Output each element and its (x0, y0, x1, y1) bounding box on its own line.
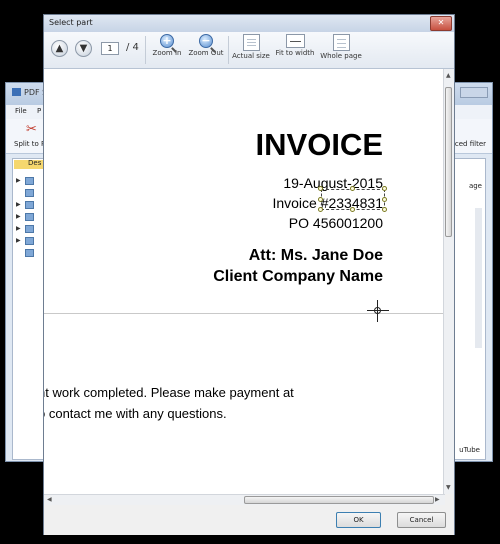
toolbar: ▲ ▼ 1 / 4 + Zoom In − Zoom Out Actual si… (44, 32, 454, 69)
arrow-down-icon: ▼ (79, 43, 88, 54)
folder-icon (25, 177, 34, 185)
dialog-footer: OK Cancel (44, 505, 454, 535)
horizontal-scrollbar[interactable]: ◀ ▶ (44, 494, 445, 505)
expand-arrow-icon[interactable]: ▶ (16, 237, 21, 244)
expand-arrow-icon[interactable]: ▶ (16, 201, 21, 208)
resize-handle[interactable] (350, 207, 355, 212)
crosshair-cursor-center (374, 307, 381, 314)
computer-icon (25, 213, 34, 221)
arrow-up-icon: ▲ (55, 43, 64, 54)
page-column-header[interactable]: age (469, 182, 482, 190)
next-page-button[interactable]: ▼ (75, 40, 92, 57)
page-total: / 4 (126, 42, 139, 53)
tree-item[interactable]: ▶ (16, 200, 44, 210)
scissors-icon[interactable]: ✂ (26, 122, 37, 137)
resize-handle[interactable] (382, 197, 387, 202)
actual-size-button[interactable]: Actual size (232, 34, 270, 67)
cancel-button[interactable]: Cancel (397, 512, 446, 528)
resize-handle[interactable] (318, 207, 323, 212)
dialog-title: Select part (49, 18, 93, 27)
advanced-filter-label[interactable]: ced filter (455, 140, 486, 148)
zoom-in-label: Zoom In (152, 49, 182, 57)
body-text-line: o contact me with any questions. (44, 406, 227, 421)
actual-size-label: Actual size (232, 52, 270, 60)
close-icon: ✕ (437, 18, 445, 27)
whole-page-icon (332, 34, 350, 51)
tree-item[interactable]: ▶ (16, 176, 44, 186)
fit-to-width-icon (285, 34, 305, 48)
dialog-titlebar: Select part ✕ (44, 15, 454, 33)
menu-file[interactable]: File (15, 107, 27, 115)
attention-line: Att: Ms. Jane Doe (248, 247, 383, 264)
close-button[interactable]: ✕ (430, 16, 452, 31)
scroll-down-arrow-icon[interactable]: ▼ (446, 484, 451, 491)
whole-page-button[interactable]: Whole page (319, 34, 363, 67)
resize-handle[interactable] (318, 186, 323, 191)
app-logo-icon (12, 88, 21, 96)
toolbar-separator (228, 36, 229, 64)
document-preview[interactable]: INVOICE 19-August-2015 Invoice #2334831 … (44, 69, 444, 494)
page-number-input[interactable]: 1 (101, 42, 119, 55)
ok-button[interactable]: OK (336, 512, 381, 528)
select-part-dialog: Select part ✕ ▲ ▼ 1 / 4 + Zoom In − Zoom… (43, 14, 455, 535)
zoom-out-icon: − (199, 34, 216, 53)
scroll-right-arrow-icon[interactable]: ▶ (435, 496, 440, 503)
tree-item[interactable] (16, 188, 44, 198)
previous-page-button[interactable]: ▲ (51, 40, 68, 57)
app-title: PDF S (12, 88, 47, 97)
tree-selected-label[interactable]: Des (28, 159, 41, 167)
scroll-up-arrow-icon[interactable]: ▲ (446, 72, 451, 79)
client-company: Client Company Name (213, 268, 383, 285)
vertical-scrollbar[interactable]: ▲ ▼ (443, 69, 454, 494)
zoom-in-icon: + (160, 34, 177, 53)
zoom-in-button[interactable]: + Zoom In (150, 34, 184, 67)
horizontal-scroll-thumb[interactable] (244, 496, 434, 504)
actual-size-icon (242, 34, 260, 51)
resize-handle[interactable] (318, 197, 323, 202)
vertical-scroll-thumb[interactable] (445, 87, 452, 237)
right-panel-scrollbar[interactable] (475, 208, 482, 348)
expand-arrow-icon[interactable]: ▶ (16, 225, 21, 232)
scroll-left-arrow-icon[interactable]: ◀ (47, 496, 52, 503)
expand-arrow-icon[interactable]: ▶ (16, 213, 21, 220)
body-text-line: nt work completed. Please make payment a… (44, 385, 294, 400)
tree-item[interactable] (16, 248, 44, 258)
zoom-out-label: Zoom Out (188, 49, 224, 57)
tree-item[interactable]: ▶ (16, 236, 44, 246)
whole-page-label: Whole page (320, 52, 362, 60)
tree-item[interactable]: ▶ (16, 212, 44, 222)
folder-icon (25, 201, 34, 209)
menu-partial[interactable]: P (37, 107, 41, 115)
resize-handle[interactable] (350, 186, 355, 191)
fit-to-width-label: Fit to width (275, 49, 315, 57)
page-divider (44, 313, 444, 314)
tree-item[interactable]: ▶ (16, 224, 44, 234)
resize-handle[interactable] (382, 186, 387, 191)
zoom-out-button[interactable]: − Zoom Out (187, 34, 225, 67)
control-panel-icon (25, 237, 34, 245)
recycle-bin-icon (25, 249, 34, 257)
folder-tree[interactable]: ▶ ▶ ▶ ▶ ▶ (12, 158, 46, 460)
network-icon (25, 189, 34, 197)
resize-handle[interactable] (382, 207, 387, 212)
users-icon (25, 225, 34, 233)
purchase-order: PO 456001200 (288, 215, 383, 231)
toolbar-separator (145, 36, 146, 64)
youtube-label[interactable]: uTube (459, 446, 480, 454)
invoice-heading: INVOICE (255, 127, 383, 162)
expand-arrow-icon[interactable]: ▶ (16, 177, 21, 184)
fit-to-width-button[interactable]: Fit to width (274, 34, 316, 67)
window-controls[interactable] (460, 87, 488, 98)
